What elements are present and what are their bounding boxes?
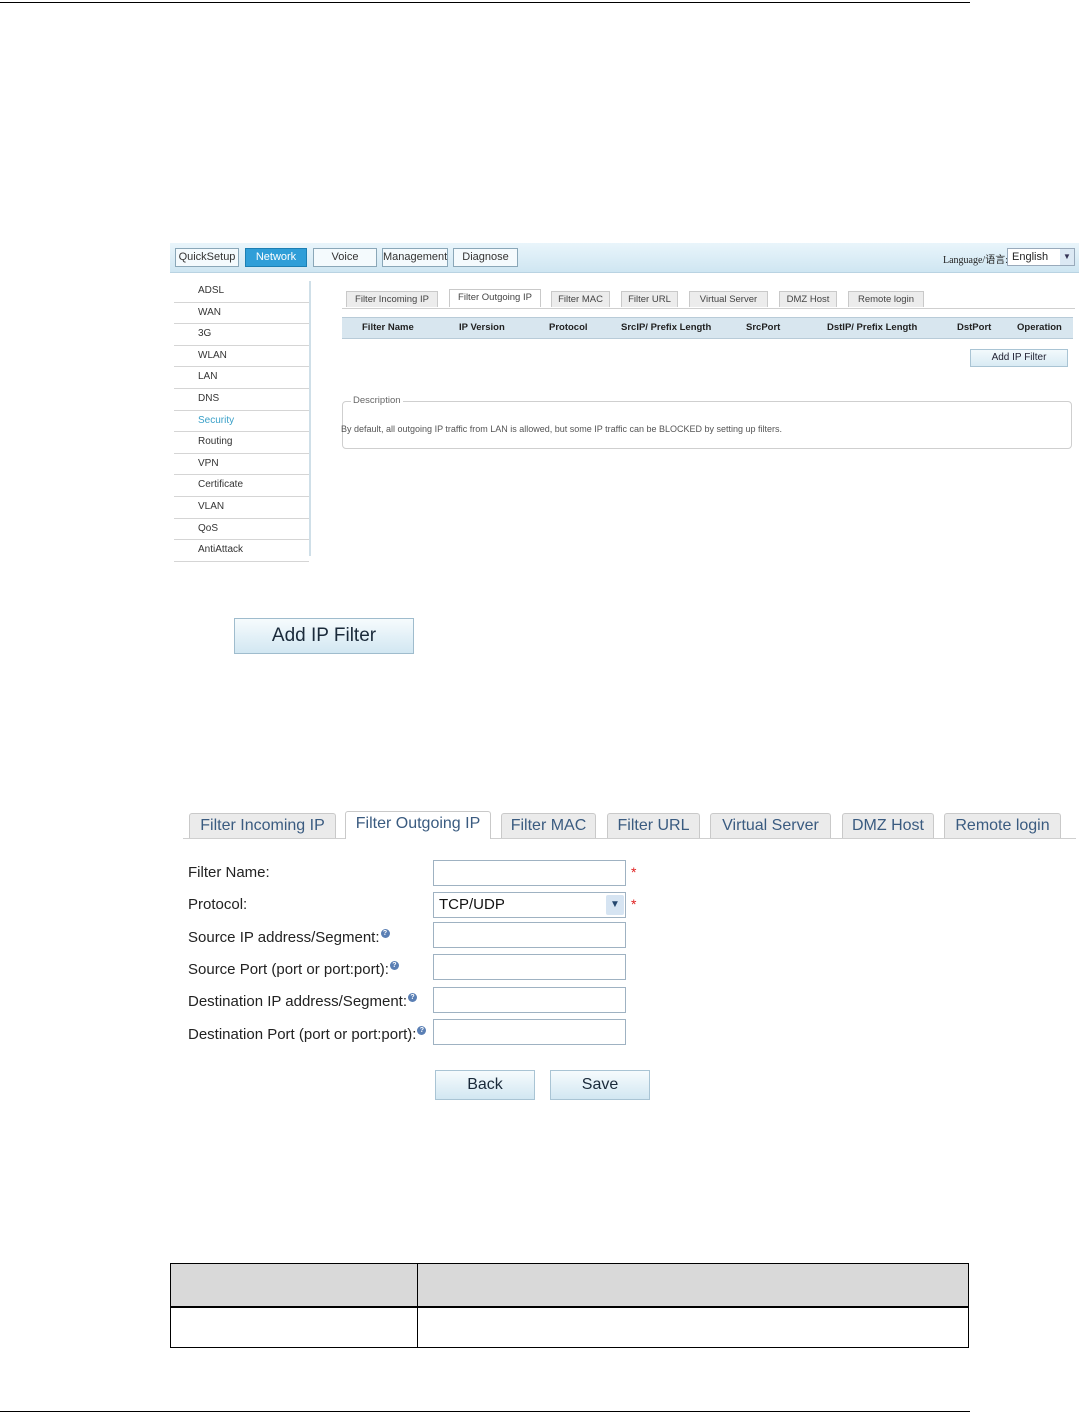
help-icon[interactable]: ?: [380, 929, 390, 938]
dest-port-label-text: Destination Port (port or port:port):: [188, 1026, 417, 1043]
source-port-label-text: Source Port (port or port:port):: [188, 961, 389, 978]
subtab-filter-outgoing-ip[interactable]: Filter Outgoing IP: [449, 289, 541, 307]
subtab-filter-url[interactable]: Filter URL: [621, 291, 678, 307]
protocol-select[interactable]: TCP/UDP ▼: [433, 892, 626, 918]
language-value: English: [1012, 251, 1049, 263]
filter-table-header: Filter Name IP Version Protocol SrcIP/ P…: [342, 317, 1073, 339]
help-icon[interactable]: ?: [389, 961, 399, 970]
header-rule: [0, 2, 970, 3]
sidebar-item-routing[interactable]: Routing: [174, 432, 309, 454]
sidebar-item-wan[interactable]: WAN: [174, 303, 309, 325]
subtab-virtual-server[interactable]: Virtual Server: [689, 291, 768, 307]
language-label: Language/语言:: [943, 255, 1008, 266]
col-filter-name: Filter Name: [362, 322, 414, 333]
chevron-down-icon: ▼: [1060, 249, 1074, 265]
back-button[interactable]: Back: [435, 1070, 535, 1100]
help-icon[interactable]: ?: [408, 993, 418, 1002]
tab-voice[interactable]: Voice: [313, 248, 377, 267]
source-port-input[interactable]: [433, 954, 626, 980]
tab-filter-outgoing-ip[interactable]: Filter Outgoing IP: [345, 811, 491, 839]
sidebar-item-wlan[interactable]: WLAN: [174, 346, 309, 368]
sidebar-item-vlan[interactable]: VLAN: [174, 497, 309, 519]
security-subtabs: Filter Incoming IP Filter Outgoing IP Fi…: [342, 289, 1075, 309]
tab-quicksetup[interactable]: QuickSetup: [175, 248, 239, 267]
col-ip-version: IP Version: [459, 322, 505, 333]
source-port-label: Source Port (port or port:port):?: [188, 961, 399, 978]
sidebar-item-lan[interactable]: LAN: [174, 367, 309, 389]
col-dstip: DstIP/ Prefix Length: [827, 322, 918, 333]
dest-ip-label: Destination IP address/Segment:?: [188, 993, 418, 1010]
required-marker: *: [631, 896, 637, 912]
security-tabs: Filter Incoming IP Filter Outgoing IP Fi…: [183, 810, 1076, 839]
router-filter-list-screenshot: QuickSetup Network Voice Management Diag…: [170, 243, 1079, 562]
description-title: Description: [351, 395, 403, 406]
tab-network[interactable]: Network: [245, 248, 307, 267]
sidebar-item-vpn[interactable]: VPN: [174, 454, 309, 476]
sidebar-item-3g[interactable]: 3G: [174, 324, 309, 346]
table-row: [170, 1306, 969, 1348]
add-filter-form-screenshot: Filter Incoming IP Filter Outgoing IP Fi…: [183, 810, 1076, 1110]
sidebar-item-qos[interactable]: QoS: [174, 519, 309, 541]
footer-rule: [0, 1411, 970, 1412]
filter-name-label: Filter Name:: [188, 864, 270, 881]
subtab-filter-mac[interactable]: Filter MAC: [551, 291, 610, 307]
save-button[interactable]: Save: [550, 1070, 650, 1100]
subtab-filter-incoming-ip[interactable]: Filter Incoming IP: [346, 291, 438, 307]
description-text: By default, all outgoing IP traffic from…: [341, 424, 783, 434]
table-cell: [170, 1306, 418, 1348]
sidebar-item-dns[interactable]: DNS: [174, 389, 309, 411]
tab-dmz-host[interactable]: DMZ Host: [842, 813, 934, 838]
subtab-remote-login[interactable]: Remote login: [848, 291, 924, 307]
filter-name-input[interactable]: [433, 860, 626, 886]
required-marker: *: [631, 864, 637, 880]
tab-filter-mac[interactable]: Filter MAC: [501, 813, 596, 838]
add-ip-filter-button-large[interactable]: Add IP Filter: [234, 618, 414, 654]
tab-diagnose[interactable]: Diagnose: [453, 248, 518, 267]
sidebar-item-adsl[interactable]: ADSL: [174, 281, 309, 303]
dest-ip-label-text: Destination IP address/Segment:: [188, 993, 408, 1010]
table-header-row: [170, 1263, 969, 1308]
tab-management[interactable]: Management: [382, 248, 448, 267]
col-protocol: Protocol: [549, 322, 588, 333]
tab-filter-url[interactable]: Filter URL: [607, 813, 700, 838]
dest-port-input[interactable]: [433, 1019, 626, 1045]
col-dstport: DstPort: [957, 322, 992, 333]
main-nav-bar: QuickSetup Network Voice Management Diag…: [170, 243, 1079, 273]
source-ip-label-text: Source IP address/Segment:: [188, 929, 380, 946]
tab-virtual-server[interactable]: Virtual Server: [710, 813, 831, 838]
language-select[interactable]: English ▼: [1007, 248, 1075, 266]
add-ip-filter-button[interactable]: Add IP Filter: [970, 349, 1068, 367]
col-operation: Operation: [1017, 322, 1062, 333]
dest-port-label: Destination Port (port or port:port):?: [188, 1026, 427, 1043]
sidebar-item-antiattack[interactable]: AntiAttack: [174, 540, 309, 562]
col-srcport: SrcPort: [746, 322, 781, 333]
table-cell: [417, 1306, 969, 1348]
description-box: Description By default, all outgoing IP …: [341, 395, 1072, 449]
filter-content: Filter Incoming IP Filter Outgoing IP Fi…: [341, 285, 1075, 556]
tab-filter-incoming-ip[interactable]: Filter Incoming IP: [189, 813, 336, 838]
dest-ip-input[interactable]: [433, 987, 626, 1013]
protocol-label: Protocol:: [188, 896, 248, 913]
chevron-down-icon: ▼: [606, 895, 624, 915]
table-header-cell: [417, 1263, 969, 1308]
source-ip-input[interactable]: [433, 922, 626, 948]
table-header-cell: [170, 1263, 418, 1308]
col-srcip: SrcIP/ Prefix Length: [621, 322, 712, 333]
protocol-value: TCP/UDP: [439, 896, 505, 913]
tab-remote-login[interactable]: Remote login: [944, 813, 1061, 838]
sidebar-item-security[interactable]: Security: [174, 411, 309, 433]
sidebar-item-certificate[interactable]: Certificate: [174, 475, 309, 497]
sidebar: ADSL WAN 3G WLAN LAN DNS Security Routin…: [174, 281, 311, 562]
help-icon[interactable]: ?: [417, 1026, 427, 1035]
source-ip-label: Source IP address/Segment:?: [188, 929, 390, 946]
parameter-table: [170, 1263, 969, 1348]
subtab-dmz-host[interactable]: DMZ Host: [779, 291, 837, 307]
